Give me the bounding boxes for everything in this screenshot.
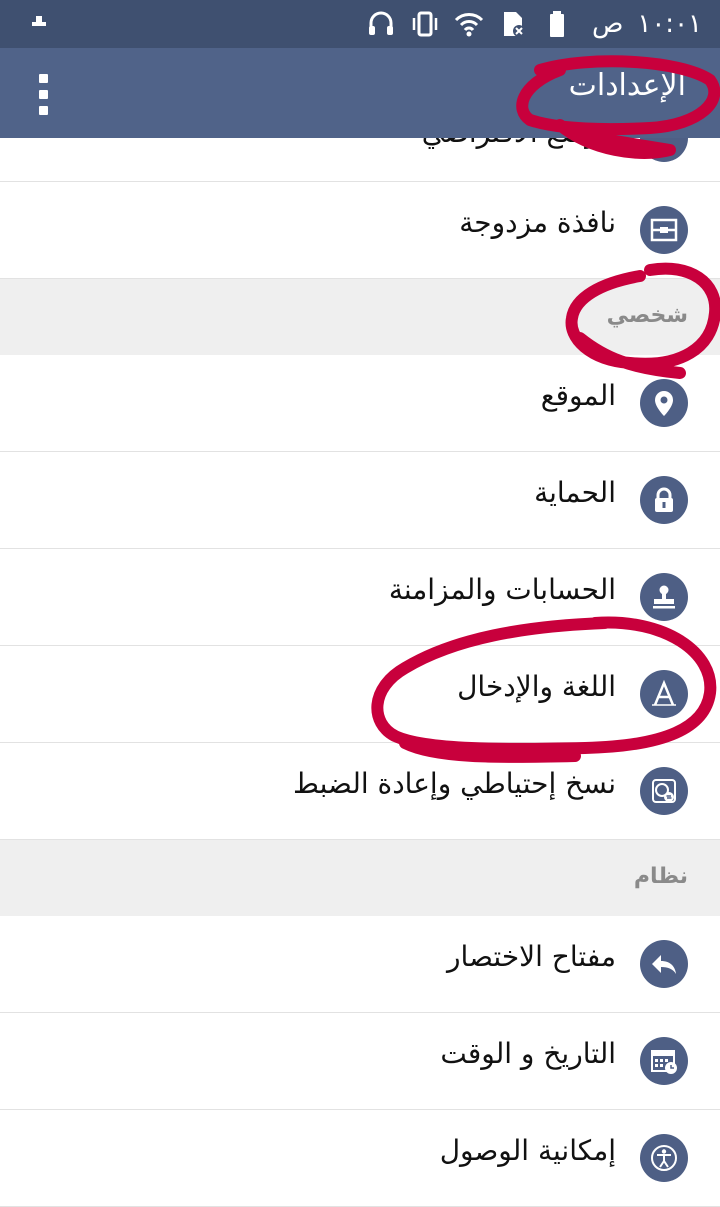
list-item-location[interactable]: الموقع bbox=[0, 355, 720, 452]
stamp-icon bbox=[640, 573, 688, 621]
section-header-personal: شخصي bbox=[0, 279, 720, 355]
headset-icon bbox=[368, 11, 393, 35]
list-item-label: الموقع bbox=[540, 379, 616, 412]
app-bar: الإعدادات bbox=[0, 48, 720, 138]
page-title: الإعدادات bbox=[568, 68, 686, 103]
more-vert-icon[interactable] bbox=[30, 70, 58, 118]
sim-error-icon bbox=[503, 12, 525, 37]
section-title: نظام bbox=[633, 864, 688, 889]
list-item-shortcut-key[interactable]: مفتاح الاختصار bbox=[0, 916, 720, 1013]
list-item-label: نسخ إحتياطي وإعادة الضبط bbox=[293, 767, 616, 800]
list-item-label: الحسابات والمزامنة bbox=[388, 573, 616, 606]
list-item-dual-window[interactable]: نافذة مزدوجة bbox=[0, 182, 720, 279]
calendar-clock-icon bbox=[640, 1037, 688, 1085]
vibrate-icon bbox=[412, 11, 438, 37]
list-item-backup-reset[interactable]: نسخ إحتياطي وإعادة الضبط bbox=[0, 743, 720, 840]
list-item-display[interactable]: الوضع الافتراضي bbox=[0, 138, 720, 182]
list-item-label: اللغة والإدخال bbox=[457, 670, 616, 703]
display-icon bbox=[640, 138, 688, 162]
battery-icon bbox=[549, 11, 564, 37]
notification-icon bbox=[32, 16, 46, 26]
list-item-security[interactable]: الحماية bbox=[0, 452, 720, 549]
settings-list: الوضع الافتراضي نافذة مزدوجة شخصي الموقع bbox=[0, 138, 720, 1207]
reply-arrow-icon bbox=[640, 940, 688, 988]
status-time: ١٠:٠١ bbox=[637, 9, 702, 39]
list-item-language-input[interactable]: اللغة والإدخال bbox=[0, 646, 720, 743]
list-item-label: نافذة مزدوجة bbox=[459, 206, 616, 239]
section-header-system: نظام bbox=[0, 840, 720, 916]
list-item-label: الحماية bbox=[534, 476, 616, 509]
backup-icon bbox=[640, 767, 688, 815]
status-ampm: ص bbox=[591, 9, 624, 39]
letter-a-icon bbox=[640, 670, 688, 718]
dual-window-icon bbox=[640, 206, 688, 254]
status-bar: ص ١٠:٠١ bbox=[0, 0, 720, 48]
list-item-accessibility[interactable]: إمكانية الوصول bbox=[0, 1110, 720, 1207]
list-item-label: إمكانية الوصول bbox=[439, 1134, 616, 1167]
list-item-label: الوضع الافتراضي bbox=[422, 138, 616, 149]
list-item-accounts-sync[interactable]: الحسابات والمزامنة bbox=[0, 549, 720, 646]
list-item-date-time[interactable]: التاريخ و الوقت bbox=[0, 1013, 720, 1110]
list-item-label: التاريخ و الوقت bbox=[440, 1037, 616, 1070]
lock-icon bbox=[640, 476, 688, 524]
section-title: شخصي bbox=[606, 303, 688, 328]
accessibility-icon bbox=[640, 1134, 688, 1182]
location-pin-icon bbox=[640, 379, 688, 427]
list-item-label: مفتاح الاختصار bbox=[447, 940, 616, 973]
wifi-icon bbox=[454, 13, 484, 37]
